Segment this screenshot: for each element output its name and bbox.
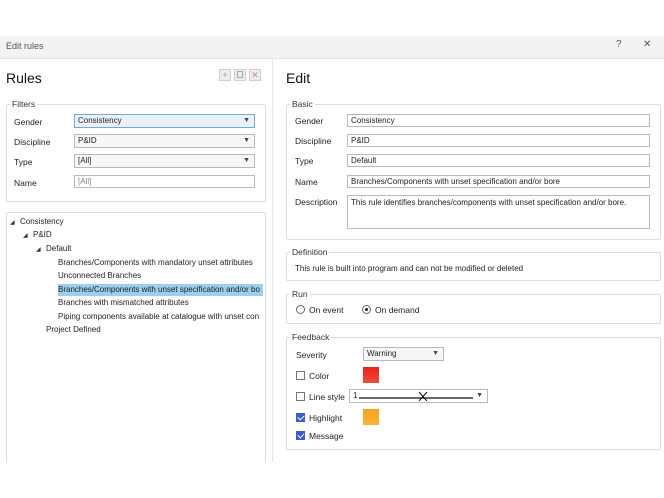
filter-name-label: Name [14, 178, 37, 188]
chevron-down-icon: ▼ [476, 392, 483, 399]
line-style-preview-icon [359, 391, 473, 401]
filter-gender-value: Consistency [78, 116, 122, 125]
panel-divider[interactable] [272, 58, 273, 462]
tree-item-rule-selected[interactable]: Branches/Components with unset specifica… [58, 284, 263, 296]
discipline-field[interactable]: P&ID [347, 134, 650, 147]
rules-heading: Rules [6, 70, 42, 86]
run-label: Run [290, 289, 310, 299]
tree-item-rule[interactable]: Branches/Components with mandatory unset… [58, 257, 253, 269]
severity-select[interactable]: Warning ▼ [363, 347, 444, 361]
filter-discipline-label: Discipline [14, 137, 51, 147]
name-field[interactable]: Branches/Components with unset specifica… [347, 175, 650, 188]
type-field[interactable]: Default [347, 154, 650, 167]
tree-item-rule[interactable]: Branches with mismatched attributes [58, 297, 189, 309]
line-style-checkbox[interactable] [296, 392, 305, 401]
highlight-checkbox[interactable] [296, 413, 305, 422]
definition-label: Definition [290, 247, 330, 257]
chevron-down-icon: ▼ [432, 350, 439, 357]
close-button[interactable]: ✕ [643, 39, 651, 50]
rules-tree [6, 212, 266, 463]
color-checkbox[interactable] [296, 371, 305, 380]
chevron-down-icon: ▼ [243, 137, 250, 144]
highlight-label: Highlight [309, 413, 343, 423]
delete-icon: ✕ [251, 70, 259, 80]
copy-icon [237, 71, 243, 78]
highlight-swatch[interactable] [363, 409, 379, 425]
on-demand-radio[interactable] [362, 305, 371, 314]
line-style-select[interactable]: 1 ▼ [349, 389, 488, 403]
type-label: Type [295, 156, 314, 166]
basic-label: Basic [290, 99, 315, 109]
severity-value: Warning [367, 349, 397, 358]
filter-type-label: Type [14, 157, 33, 167]
add-rule-button[interactable]: + [219, 69, 231, 81]
tree-item-rule[interactable]: Unconnected Branches [58, 270, 141, 282]
severity-label: Severity [296, 350, 327, 360]
color-swatch[interactable] [363, 367, 379, 383]
on-demand-label[interactable]: On demand [375, 305, 419, 315]
delete-rule-button[interactable]: ✕ [249, 69, 261, 81]
expand-triangle-icon[interactable]: ◢ [10, 219, 15, 226]
help-button[interactable]: ? [616, 39, 622, 50]
chevron-down-icon: ▼ [243, 157, 250, 164]
gender-label: Gender [295, 116, 324, 126]
plus-icon: + [222, 70, 228, 80]
gender-field[interactable]: Consistency [347, 114, 650, 127]
definition-text: This rule is built into program and can … [295, 264, 524, 273]
tree-item-consistency[interactable]: Consistency [20, 216, 64, 228]
chevron-down-icon: ▼ [243, 117, 250, 124]
filter-discipline-select[interactable]: P&ID ▼ [74, 134, 255, 148]
discipline-label: Discipline [295, 136, 332, 146]
filter-type-select[interactable]: [All] ▼ [74, 154, 255, 168]
message-checkbox[interactable] [296, 431, 305, 440]
tree-item-pid[interactable]: P&ID [33, 229, 52, 241]
copy-rule-button[interactable] [234, 69, 246, 81]
on-event-label[interactable]: On event [309, 305, 344, 315]
window-title: Edit rules [6, 41, 44, 51]
edit-heading: Edit [286, 70, 311, 86]
description-label: Description [295, 197, 338, 207]
line-style-label: Line style [309, 392, 345, 402]
filters-label: Filters [10, 99, 38, 109]
filter-type-value: [All] [78, 156, 92, 165]
tree-item-default[interactable]: Default [46, 243, 71, 255]
message-label: Message [309, 431, 344, 441]
description-field[interactable]: This rule identifies branches/components… [347, 195, 650, 229]
filter-discipline-value: P&ID [78, 136, 97, 145]
tree-item-project-defined[interactable]: Project Defined [46, 324, 101, 336]
filter-gender-label: Gender [14, 117, 43, 127]
expand-triangle-icon[interactable]: ◢ [36, 246, 41, 253]
tree-item-rule[interactable]: Piping components available at catalogue… [58, 311, 263, 323]
title-bar: Edit rules ? ✕ [0, 36, 664, 59]
feedback-label: Feedback [290, 332, 332, 342]
color-label: Color [309, 371, 330, 381]
on-event-radio[interactable] [296, 305, 305, 314]
name-label: Name [295, 177, 318, 187]
filter-gender-select[interactable]: Consistency ▼ [74, 114, 255, 128]
expand-triangle-icon[interactable]: ◢ [23, 232, 28, 239]
line-style-value: 1 [353, 391, 358, 400]
filter-name-input[interactable]: [All] [74, 175, 255, 188]
